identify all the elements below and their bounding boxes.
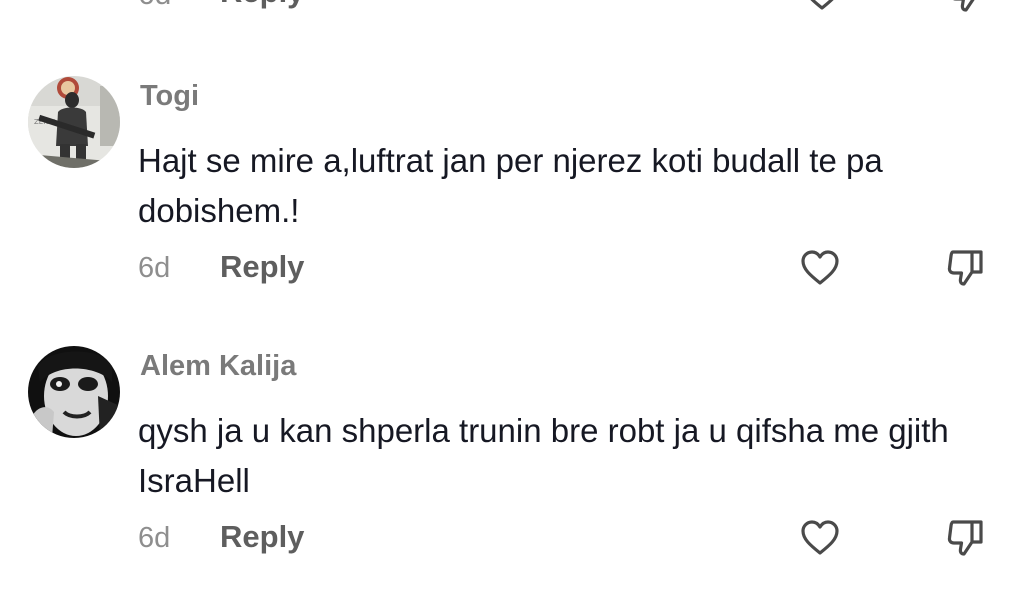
comment-item: ZEKIN Togi Hajt se mire a,luftrat jan pe… (0, 74, 1024, 334)
user-avatar[interactable]: ZEKIN (28, 76, 120, 168)
thumbs-down-icon[interactable] (946, 0, 990, 16)
comment-time: 6d (138, 0, 171, 12)
reply-button[interactable]: Reply (220, 0, 304, 10)
thumbs-down-icon[interactable] (944, 516, 988, 560)
reply-button[interactable]: Reply (220, 249, 304, 285)
heart-icon[interactable] (798, 516, 842, 560)
comment-text: Hajt se mire a,luftrat jan per njerez ko… (138, 142, 883, 229)
username[interactable]: Togi (140, 80, 199, 113)
thumbs-down-icon[interactable] (944, 246, 988, 290)
comment-time: 6d (138, 522, 171, 554)
comment-time: 6d (138, 252, 171, 284)
heart-icon[interactable] (798, 246, 842, 290)
comments-screen: 6d Reply ZEKIN (0, 0, 1024, 608)
previous-comment-footer: 6d Reply (0, 0, 1024, 16)
reply-button[interactable]: Reply (220, 519, 304, 555)
comment-text: qysh ja u kan shperla trunin bre robt ja… (138, 412, 949, 499)
username[interactable]: Alem Kalija (140, 350, 296, 383)
comment-item: Alem Kalija qysh ja u kan shperla trunin… (0, 344, 1024, 604)
heart-icon[interactable] (800, 0, 844, 16)
user-avatar[interactable] (28, 346, 120, 438)
